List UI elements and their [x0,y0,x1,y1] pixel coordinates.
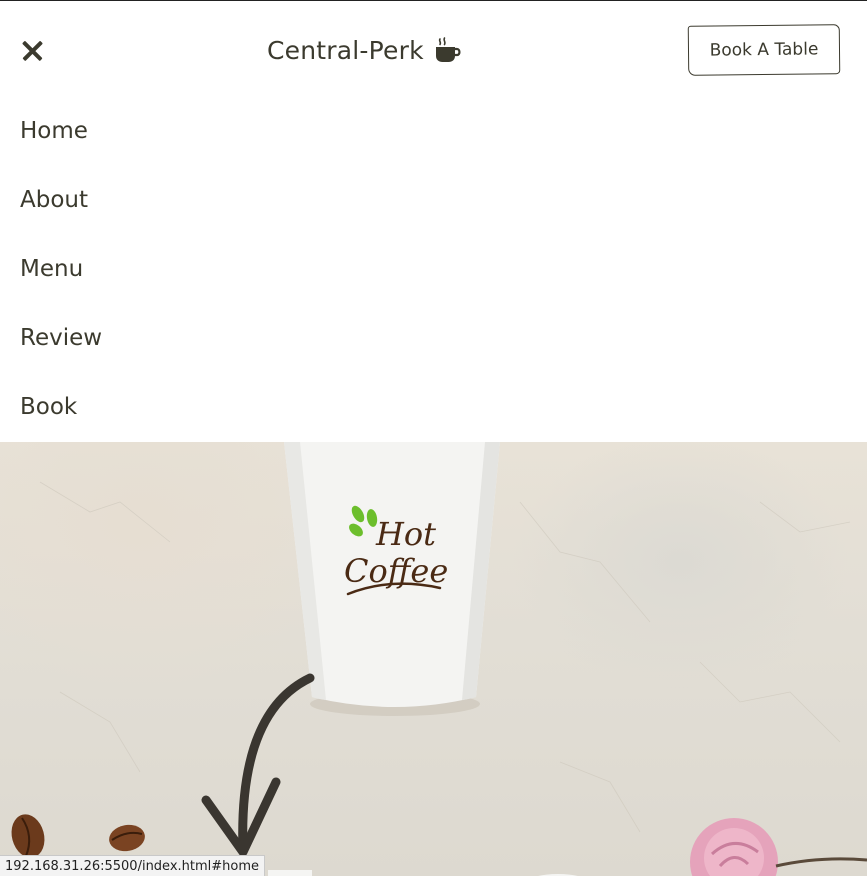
menu-item-about[interactable]: About [20,187,88,213]
brand-logo[interactable]: Central-Perk [267,33,462,67]
rose-decoration [690,818,867,876]
close-icon[interactable] [18,36,48,66]
menu-item-menu[interactable]: Menu [20,256,83,282]
brand-name: Central-Perk [267,35,424,65]
menu-item-home[interactable]: Home [20,118,88,144]
hero-image: Hot Coffee [0,442,867,876]
coffee-cup-icon [435,37,461,62]
menu-item-review[interactable]: Review [20,325,102,351]
cup-logo-hot: Hot [375,515,436,553]
hero-illustration: Hot Coffee [11,442,867,876]
menu-item-book[interactable]: Book [20,394,77,420]
book-table-button[interactable]: Book A Table [687,24,841,76]
mobile-nav-panel: Central-Perk Book A Table Home About Men… [0,1,867,442]
link-url-status: 192.168.31.26:5500/index.html#home [0,855,266,876]
